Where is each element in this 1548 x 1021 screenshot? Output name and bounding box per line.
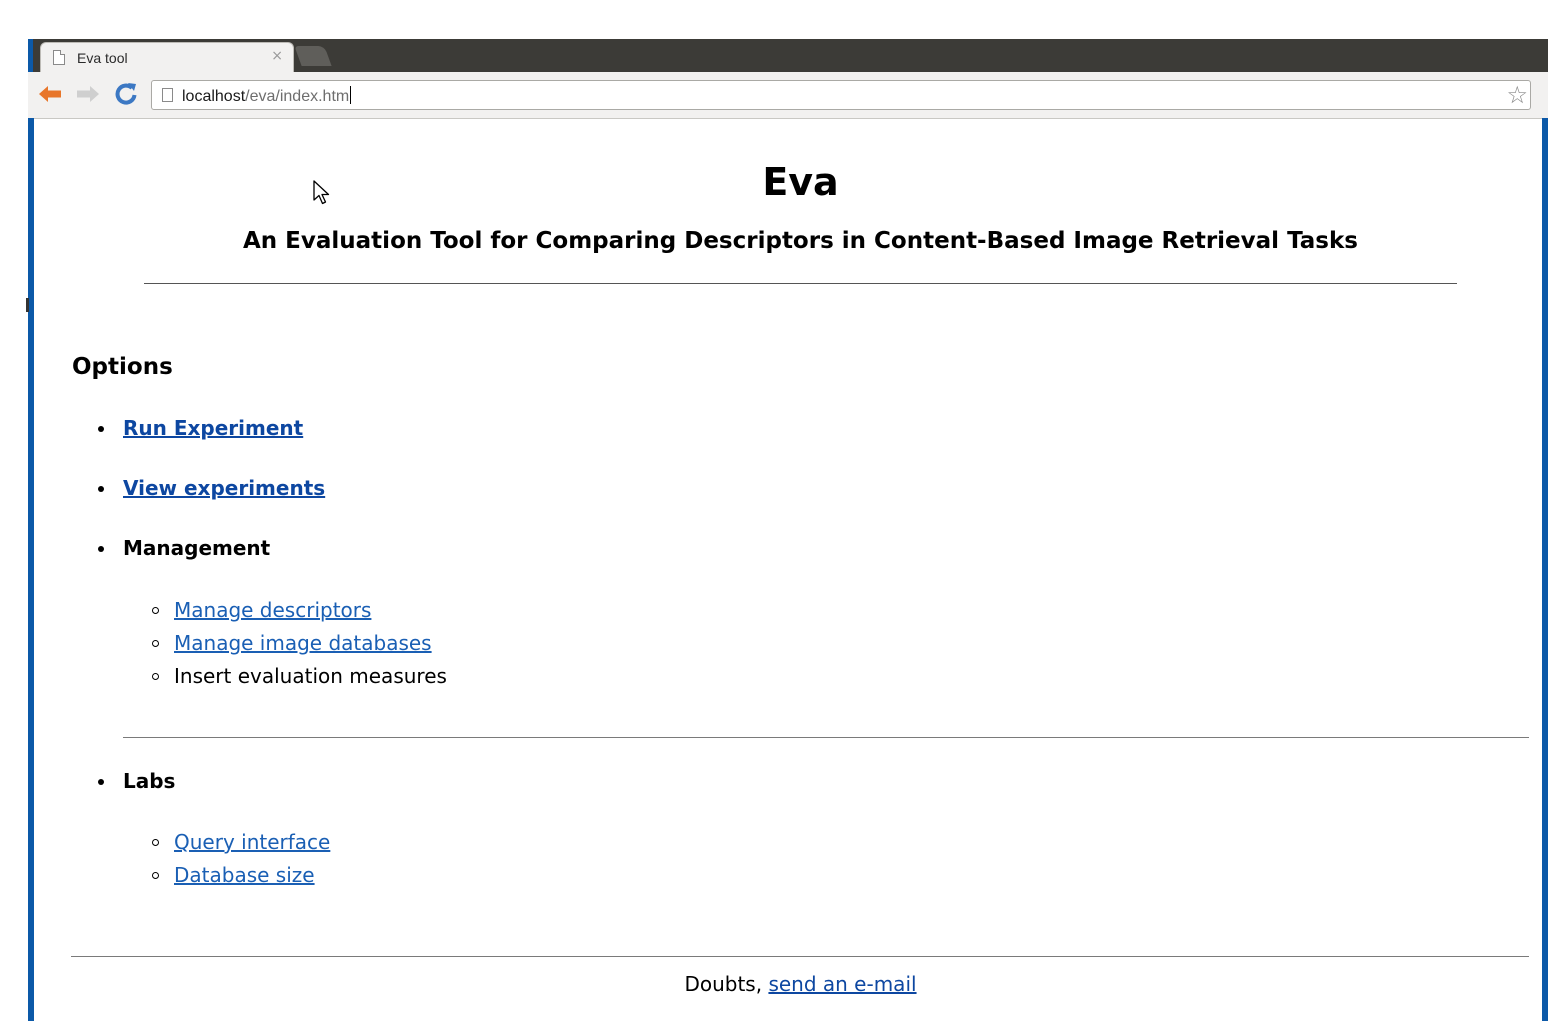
send-email-link[interactable]: send an e-mail bbox=[768, 972, 916, 996]
close-icon[interactable]: × bbox=[271, 48, 283, 64]
bullet bbox=[98, 546, 104, 552]
browser-tab[interactable]: Eva tool × bbox=[40, 42, 294, 72]
window-edge bbox=[28, 39, 33, 72]
mouse-cursor-icon bbox=[313, 180, 331, 210]
page-content: Eva An Evaluation Tool for Comparing Des… bbox=[34, 118, 1542, 1021]
manage-descriptors-link[interactable]: Manage descriptors bbox=[174, 598, 371, 622]
footer: Doubts, send an e-mail bbox=[34, 972, 1548, 996]
page-title: Eva bbox=[762, 160, 839, 204]
page-icon bbox=[162, 88, 173, 102]
tab-bar: Eva tool × bbox=[28, 39, 1548, 72]
url-host: localhost bbox=[182, 88, 246, 105]
divider bbox=[71, 956, 1529, 957]
bullet bbox=[152, 673, 159, 680]
desktop-top-strip bbox=[0, 0, 1548, 39]
browser-toolbar: localhost/eva/index.htm ☆ bbox=[28, 72, 1548, 119]
url-text[interactable]: localhost/eva/index.htm bbox=[182, 86, 352, 106]
page-subtitle: An Evaluation Tool for Comparing Descrip… bbox=[243, 228, 1358, 254]
divider bbox=[144, 283, 1457, 284]
bullet bbox=[98, 486, 104, 492]
bullet bbox=[98, 779, 104, 785]
forward-arrow-icon[interactable] bbox=[74, 80, 102, 108]
scroll-mark bbox=[26, 298, 29, 312]
reload-icon[interactable] bbox=[112, 80, 140, 108]
query-interface-link[interactable]: Query interface bbox=[174, 830, 330, 854]
new-tab-button[interactable] bbox=[294, 46, 332, 66]
insert-evaluation-measures-text: Insert evaluation measures bbox=[174, 664, 447, 688]
bullet bbox=[152, 607, 159, 614]
divider bbox=[123, 737, 1529, 738]
back-arrow-icon[interactable] bbox=[36, 80, 64, 108]
run-experiment-link[interactable]: Run Experiment bbox=[123, 416, 303, 440]
bullet bbox=[152, 872, 159, 879]
url-path: /eva/index.htm bbox=[245, 88, 350, 105]
manage-image-databases-link[interactable]: Manage image databases bbox=[174, 631, 432, 655]
star-icon[interactable]: ☆ bbox=[1506, 81, 1528, 109]
bullet bbox=[98, 426, 104, 432]
options-heading: Options bbox=[72, 354, 173, 380]
text-caret bbox=[350, 86, 352, 104]
page-icon bbox=[53, 50, 65, 65]
footer-text: Doubts, bbox=[684, 972, 763, 996]
database-size-link[interactable]: Database size bbox=[174, 863, 315, 887]
tab-title: Eva tool bbox=[77, 50, 128, 66]
view-experiments-link[interactable]: View experiments bbox=[123, 476, 325, 500]
bullet bbox=[152, 640, 159, 647]
management-label: Management bbox=[123, 536, 271, 560]
bullet bbox=[152, 839, 159, 846]
labs-label: Labs bbox=[123, 769, 176, 793]
address-bar[interactable]: localhost/eva/index.htm ☆ bbox=[151, 80, 1531, 110]
